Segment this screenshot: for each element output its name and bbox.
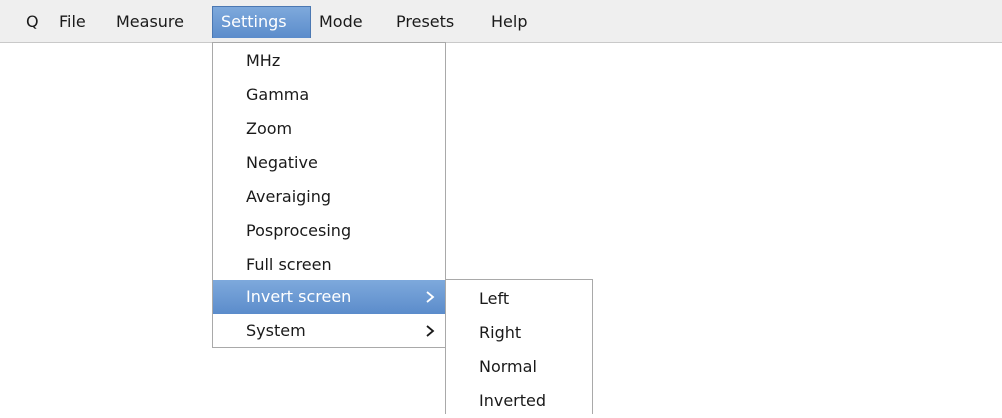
menu-item-system-label: System [246,321,306,340]
menu-item-gamma[interactable]: Gamma [213,78,445,112]
menu-item-averaiging[interactable]: Averaiging [213,180,445,214]
chevron-right-icon [423,324,437,338]
submenu-item-right[interactable]: Right [446,316,592,350]
chevron-right-icon [423,290,437,304]
menu-item-full-screen[interactable]: Full screen [213,248,445,282]
menu-q[interactable]: Q [18,6,47,38]
invert-screen-submenu: Left Right Normal Inverted [445,279,593,414]
menu-item-negative[interactable]: Negative [213,146,445,180]
menu-item-invert-screen[interactable]: Invert screen [213,280,445,314]
menu-item-mhz[interactable]: MHz [213,44,445,78]
menu-help[interactable]: Help [483,6,535,38]
submenu-item-inverted[interactable]: Inverted [446,384,592,418]
menu-bar: Q File Measure Settings Mode Presets Hel… [0,0,1002,43]
menu-item-system[interactable]: System [213,314,445,348]
menu-mode[interactable]: Mode [311,6,371,38]
menu-measure[interactable]: Measure [108,6,192,38]
menu-settings[interactable]: Settings [212,6,311,38]
menu-item-posprocesing[interactable]: Posprocesing [213,214,445,248]
submenu-item-left[interactable]: Left [446,282,592,316]
menu-item-invert-screen-label: Invert screen [246,287,352,306]
settings-dropdown: MHz Gamma Zoom Negative Averaiging Pospr… [212,42,446,348]
menu-item-zoom[interactable]: Zoom [213,112,445,146]
menu-presets[interactable]: Presets [388,6,462,38]
menu-file[interactable]: File [51,6,94,38]
submenu-item-normal[interactable]: Normal [446,350,592,384]
